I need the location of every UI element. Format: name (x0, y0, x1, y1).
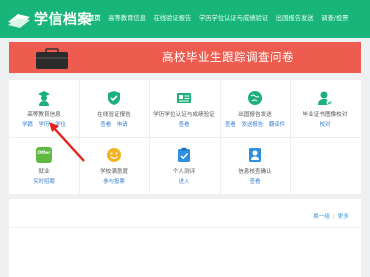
logo-text: 学信档案 (34, 12, 92, 28)
person-badge-icon (249, 148, 261, 162)
link-view[interactable]: 查看 (250, 179, 261, 185)
top-navigation-bar: 学信档案 首页 高等教育信息 在线验证报告 学历学位认证与成绩验证 出国报告发送… (0, 0, 370, 38)
main-nav: 首页 高等教育信息 在线验证报告 学历学位认证与成绩验证 出国报告发送 调查/投… (88, 0, 356, 38)
tile-school-satisfaction: 学校满意度 参与投票 (79, 137, 149, 194)
tile-title: 学校满意度 (100, 169, 128, 175)
tile-title: 信息核查确认 (238, 169, 272, 175)
nav-home[interactable]: 首页 (88, 0, 101, 38)
clipboard-check-icon (178, 147, 190, 162)
lower-panel: 换一组 | 更多 (9, 199, 361, 277)
pager: 换一组 | 更多 (313, 212, 349, 220)
nav-certification[interactable]: 学历学位认证与成绩验证 (199, 0, 268, 38)
nav-higher-education[interactable]: 高等教育信息 (108, 0, 146, 38)
tile-links: 查看 申请 (79, 120, 149, 128)
link-send-report[interactable]: 发送报告 (242, 122, 264, 128)
tile-info-verification: 信息核查确认 查看 (220, 137, 290, 194)
link-student-status[interactable]: 学籍 (22, 122, 33, 128)
briefcase-icon (36, 48, 68, 69)
tile-personal-assessment: 个人测评 进入 (149, 137, 219, 194)
tile-diploma-proofread: 毕业证书图像校对 校对 (290, 80, 360, 137)
id-card-icon (177, 93, 191, 103)
link-view[interactable]: 查看 (179, 122, 190, 128)
refresh-group-link[interactable]: 换一组 (313, 214, 330, 220)
tile-certification: 学历学位认证与成绩验证 查看 (149, 80, 219, 137)
section-divider (9, 227, 361, 228)
tile-title: 个人测评 (172, 169, 196, 175)
site-logo[interactable]: 学信档案 (6, 7, 92, 31)
tile-title: 学历学位认证与成绩验证 (153, 112, 215, 118)
nav-survey-vote[interactable]: 调查/投票 (321, 0, 348, 38)
globe-icon (248, 91, 262, 105)
link-live-recruiting[interactable]: 实时招聘 (33, 179, 55, 185)
link-vote[interactable]: 参与投票 (103, 179, 125, 185)
link-translation[interactable]: 翻译件 (269, 122, 285, 128)
tile-title: 在线验证报告 (97, 112, 131, 118)
link-proofread[interactable]: 校对 (320, 122, 331, 128)
pager-separator: | (332, 214, 335, 220)
nav-online-report[interactable]: 在线验证报告 (154, 0, 192, 38)
tile-title: 毕业证书图像校对 (302, 112, 348, 118)
tile-title: 就业 (38, 169, 50, 175)
tile-overseas-report: 出国报告发送 查看 发送报告 翻译件 (220, 80, 290, 137)
nav-overseas-report[interactable]: 出国报告发送 (276, 0, 314, 38)
more-link[interactable]: 更多 (338, 214, 349, 220)
graduate-icon (38, 91, 50, 106)
tile-title: 高等教育信息 (27, 112, 61, 118)
tile-links: 参与投票 (79, 177, 149, 185)
red-annotation-arrow (49, 122, 85, 162)
survey-banner[interactable]: 高校毕业生跟踪调查问卷 (9, 42, 361, 73)
user-check-icon (318, 91, 333, 106)
banner-title: 高校毕业生跟踪调查问卷 (162, 50, 294, 64)
smiley-icon (107, 148, 121, 162)
tile-online-report: 在线验证报告 查看 申请 (79, 80, 149, 137)
book-logo-icon (8, 14, 30, 28)
tile-links: 进入 (149, 177, 219, 185)
tile-links: 查看 发送报告 翻译件 (220, 120, 290, 128)
link-view[interactable]: 查看 (100, 122, 111, 128)
tile-links: 实时招聘 (9, 177, 79, 185)
tile-links: 查看 (220, 177, 290, 185)
tile-links: 查看 (149, 120, 219, 128)
tile-title: 出国报告发送 (238, 112, 272, 118)
link-enter[interactable]: 进入 (179, 179, 190, 185)
shield-check-icon (108, 91, 120, 105)
link-apply[interactable]: 申请 (117, 122, 128, 128)
tile-links: 校对 (290, 120, 360, 128)
link-view[interactable]: 查看 (225, 122, 236, 128)
